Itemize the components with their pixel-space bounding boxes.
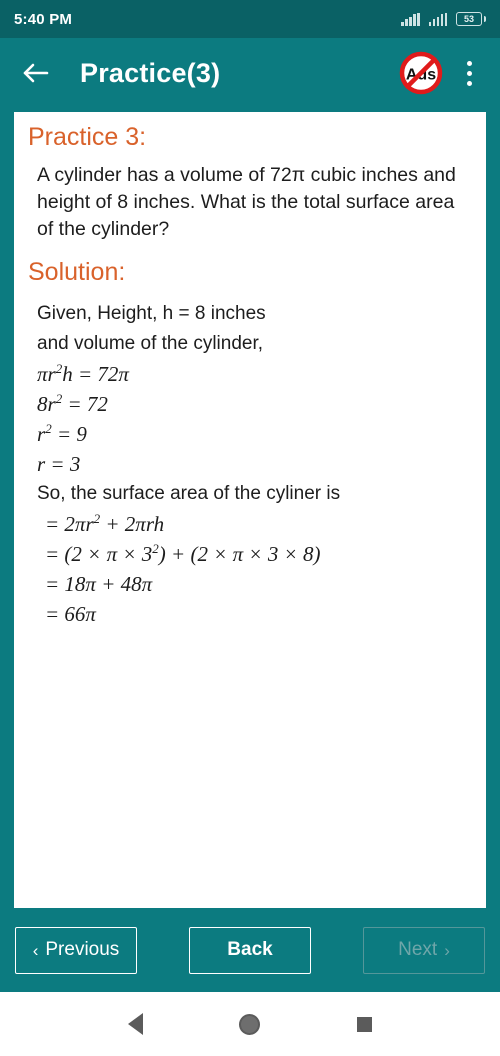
solution-line: r2 = 9 <box>37 420 87 446</box>
solution-line: 8r2 = 72 <box>37 390 108 416</box>
question-text: A cylinder has a volume of 72π cubic inc… <box>37 164 456 241</box>
practice-heading: Practice 3: <box>28 123 147 151</box>
solution-line: Given, Height, h = 8 inches <box>37 302 266 324</box>
solution-line: = 2πr2 + 2πrh <box>45 510 165 536</box>
status-time: 5:40 PM <box>14 10 73 28</box>
status-bar: 5:40 PM 53 <box>0 0 500 38</box>
android-home-icon[interactable] <box>227 1001 273 1047</box>
android-back-icon[interactable] <box>112 1001 158 1047</box>
page-title: Practice(3) <box>80 57 221 88</box>
solution-line: = 18π + 48π <box>45 571 153 596</box>
previous-button[interactable]: ‹ Previous <box>15 926 137 974</box>
solution-heading: Solution: <box>28 258 126 287</box>
chevron-right-icon: › <box>444 940 450 960</box>
signal-bars-icon <box>401 12 420 26</box>
solution-line: = (2 × π × 32) + (2 × π × 3 × 8) <box>45 540 321 566</box>
android-recents-icon[interactable] <box>342 1001 388 1047</box>
no-ads-icon[interactable]: Ads <box>398 50 444 96</box>
solution-line: So, the surface area of the cyliner is <box>37 482 341 504</box>
back-button-label: Back <box>227 939 273 960</box>
signal-bars-icon-2 <box>428 12 447 26</box>
app-bar: Practice(3) Ads <box>0 38 500 108</box>
solution-line: = 66π <box>45 601 96 626</box>
next-button-label: Next <box>398 939 438 960</box>
battery-icon: 53 <box>456 12 486 26</box>
solution-line: r = 3 <box>37 451 81 476</box>
kebab-menu-icon[interactable] <box>452 51 486 95</box>
battery-level: 53 <box>463 13 474 24</box>
back-button[interactable]: Back <box>189 926 311 974</box>
app-bar-actions: Ads <box>398 50 486 96</box>
chevron-left-icon: ‹ <box>32 940 39 960</box>
content-card: Practice 3: A cylinder has a volume of 7… <box>14 112 486 908</box>
next-button: Next › <box>363 926 485 974</box>
footer-button-bar: ‹ Previous Back Next › <box>0 908 500 992</box>
app-root: 5:40 PM 53 Practice(3) Ads <box>0 0 500 1056</box>
back-arrow-icon[interactable] <box>14 51 58 95</box>
system-nav-bar <box>0 992 500 1056</box>
solution-line: and volume of the cylinder, <box>37 332 264 354</box>
solution-lines: Given, Height, h = 8 inches and volume o… <box>28 299 472 629</box>
solution-line: πr2h = 72π <box>37 360 129 386</box>
previous-button-label: Previous <box>45 939 120 960</box>
status-icons: 53 <box>401 12 486 26</box>
